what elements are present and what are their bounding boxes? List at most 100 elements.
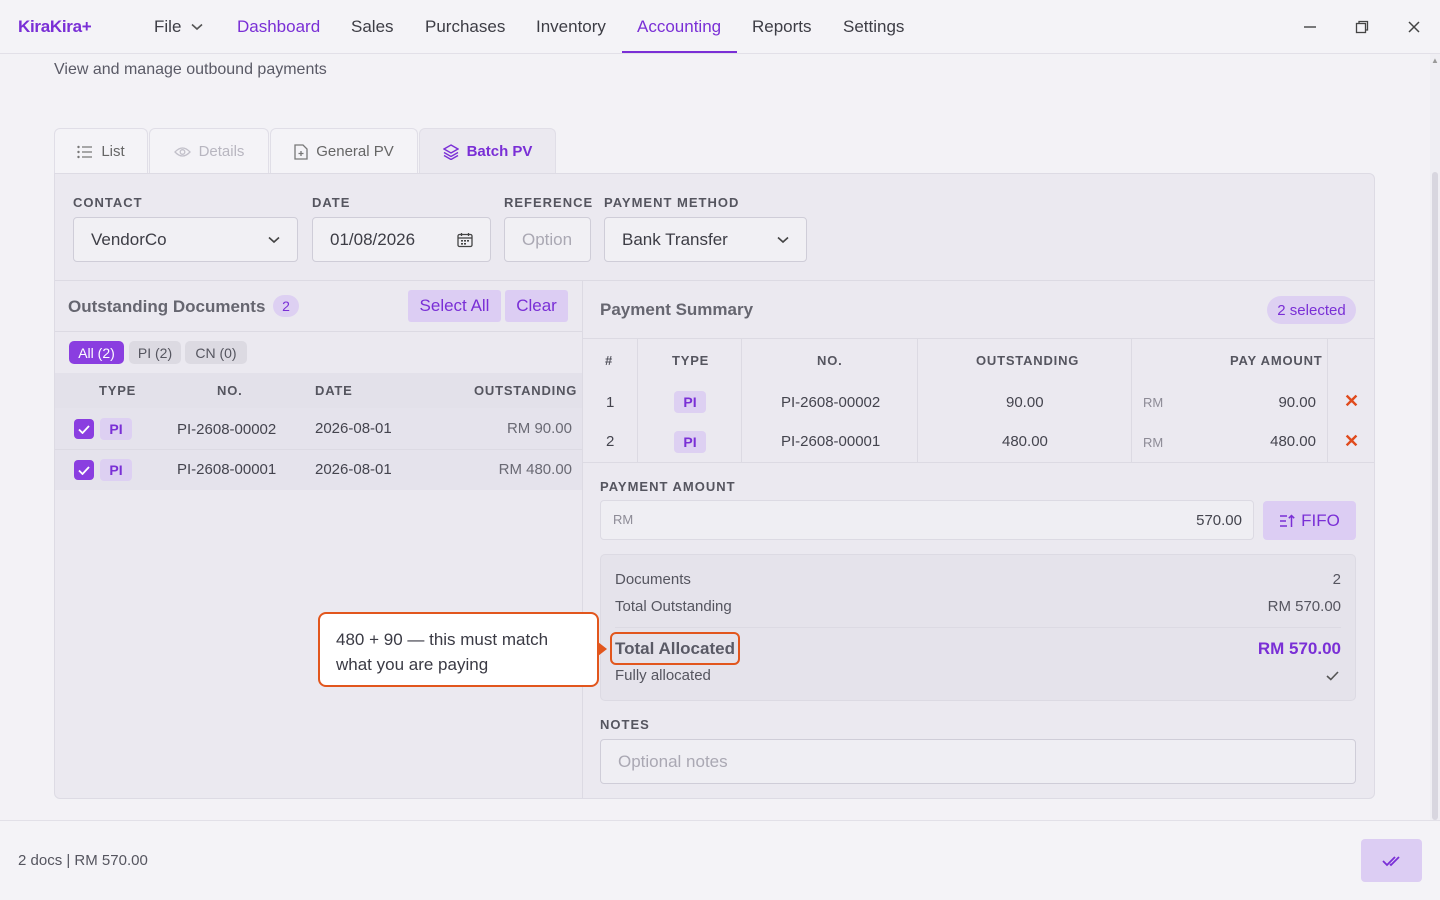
fifo-button[interactable]: FIFO: [1263, 501, 1356, 540]
clear-button[interactable]: Clear: [505, 290, 568, 322]
payment-method-label: PAYMENT METHOD: [604, 195, 740, 210]
doc-number: PI-2608-00002: [177, 421, 277, 438]
doc-number: PI-2608-00001: [177, 461, 277, 478]
tab-general-pv[interactable]: General PV: [270, 128, 418, 174]
ps-row-index: 1: [606, 394, 615, 411]
chevron-down-icon: [268, 236, 280, 243]
tab-batch-pv[interactable]: Batch PV: [419, 128, 556, 174]
total-allocated-value: RM 570.00: [1257, 639, 1341, 658]
contact-label: CONTACT: [73, 195, 143, 210]
ps-row-outstanding: 90.00: [1006, 394, 1044, 411]
outstanding-count-badge: 2: [273, 295, 299, 317]
payment-summary-title: Payment Summary: [600, 300, 754, 319]
notes-label: NOTES: [600, 717, 650, 732]
confirm-button[interactable]: [1361, 839, 1422, 882]
pay-amount-input[interactable]: 480.00: [1230, 433, 1316, 450]
ps-col-outstanding: OUTSTANDING: [976, 353, 1080, 368]
outstanding-documents-title: Outstanding Documents: [68, 297, 266, 316]
row-checkbox[interactable]: [74, 419, 94, 439]
ps-col-divider: [637, 339, 638, 462]
menu-accounting[interactable]: Accounting: [637, 17, 721, 37]
filter-cn[interactable]: CN (0): [185, 341, 247, 364]
doc-outstanding: RM 90.00: [506, 420, 572, 437]
check-icon: [1326, 668, 1339, 686]
od-col-date: DATE: [315, 383, 353, 398]
filter-all[interactable]: All (2): [69, 341, 124, 364]
payment-method-select[interactable]: Bank Transfer: [604, 217, 807, 262]
payment-amount-label: PAYMENT AMOUNT: [600, 479, 736, 494]
ps-row-index: 2: [606, 433, 615, 450]
ps-table-bottom: [583, 462, 1374, 463]
ps-row-outstanding: 480.00: [1002, 433, 1048, 450]
date-value: 01/08/2026: [330, 229, 416, 249]
doc-date: 2026-08-01: [315, 461, 392, 478]
ps-col-no: NO.: [817, 353, 843, 368]
contact-select[interactable]: VendorCo: [73, 217, 298, 262]
tab-list[interactable]: List: [54, 128, 148, 174]
app-logo: KiraKira+: [18, 17, 92, 36]
reference-label: REFERENCE: [504, 195, 594, 210]
fifo-label: FIFO: [1301, 510, 1340, 530]
contact-value: VendorCo: [91, 229, 167, 249]
total-outstanding-value: RM 570.00: [1267, 598, 1341, 615]
reference-input[interactable]: Option: [504, 217, 591, 262]
remove-row-icon[interactable]: ✕: [1344, 431, 1359, 452]
total-allocated-highlight: [610, 632, 740, 665]
row-checkbox[interactable]: [74, 460, 94, 480]
close-icon[interactable]: [1401, 14, 1427, 40]
column-divider: [582, 281, 583, 798]
type-tag: PI: [100, 459, 132, 481]
file-menu[interactable]: File: [154, 17, 203, 37]
notes-input[interactable]: Optional notes: [600, 739, 1356, 784]
page-subtitle: View and manage outbound payments: [54, 61, 327, 78]
tab-list-label: List: [101, 143, 125, 160]
pay-amount-input[interactable]: 90.00: [1230, 394, 1316, 411]
scroll-up-arrow-icon[interactable]: ▲: [1431, 56, 1439, 65]
allocation-status: Fully allocated: [615, 667, 711, 684]
checkmark-icon: [78, 465, 90, 475]
selected-count-badge: 2 selected: [1267, 296, 1356, 324]
filter-pi[interactable]: PI (2): [129, 341, 181, 364]
menu-reports[interactable]: Reports: [752, 17, 812, 37]
od-header-divider: [55, 331, 582, 332]
summary-divider: [615, 627, 1341, 628]
footer-summary: 2 docs | RM 570.00: [18, 852, 148, 869]
layers-icon: [442, 143, 459, 160]
menu-sales[interactable]: Sales: [351, 17, 394, 37]
currency-prefix: RM: [1143, 395, 1164, 410]
menu-settings[interactable]: Settings: [843, 17, 904, 37]
select-all-button[interactable]: Select All: [408, 290, 501, 322]
scrollbar-thumb[interactable]: [1432, 172, 1438, 820]
doc-date: 2026-08-01: [315, 420, 392, 437]
date-field[interactable]: 01/08/2026: [312, 217, 491, 262]
callout-text: 480 + 90 — this must match what you are …: [336, 630, 549, 674]
menu-inventory[interactable]: Inventory: [536, 17, 606, 37]
date-label: DATE: [312, 195, 351, 210]
form-divider: [55, 280, 1374, 281]
file-menu-label: File: [154, 17, 182, 36]
ps-col-divider: [741, 339, 742, 462]
menu-dashboard[interactable]: Dashboard: [237, 17, 320, 37]
ps-col-divider: [917, 339, 918, 462]
ps-col-divider: [1131, 339, 1132, 462]
callout-pointer: [598, 642, 607, 656]
ps-col-pay-amount: PAY AMOUNT: [1230, 353, 1323, 368]
remove-row-icon[interactable]: ✕: [1344, 391, 1359, 412]
menu-purchases[interactable]: Purchases: [425, 17, 505, 37]
document-plus-icon: [294, 143, 308, 160]
restore-icon[interactable]: [1349, 14, 1375, 40]
doc-outstanding: RM 480.00: [498, 461, 572, 478]
od-col-type: TYPE: [99, 383, 137, 398]
tab-details: Details: [149, 128, 269, 174]
chevron-down-icon: [777, 236, 789, 243]
type-tag: PI: [674, 431, 706, 453]
type-tag: PI: [100, 418, 132, 440]
type-tag: PI: [674, 391, 706, 413]
footer-bar: [0, 820, 1440, 900]
ps-col-type: TYPE: [672, 353, 710, 368]
minimize-icon[interactable]: [1297, 14, 1323, 40]
ps-header-divider: [583, 338, 1374, 339]
eye-icon: [173, 146, 191, 157]
calendar-icon[interactable]: [457, 232, 473, 248]
tutorial-callout: 480 + 90 — this must match what you are …: [318, 612, 599, 687]
